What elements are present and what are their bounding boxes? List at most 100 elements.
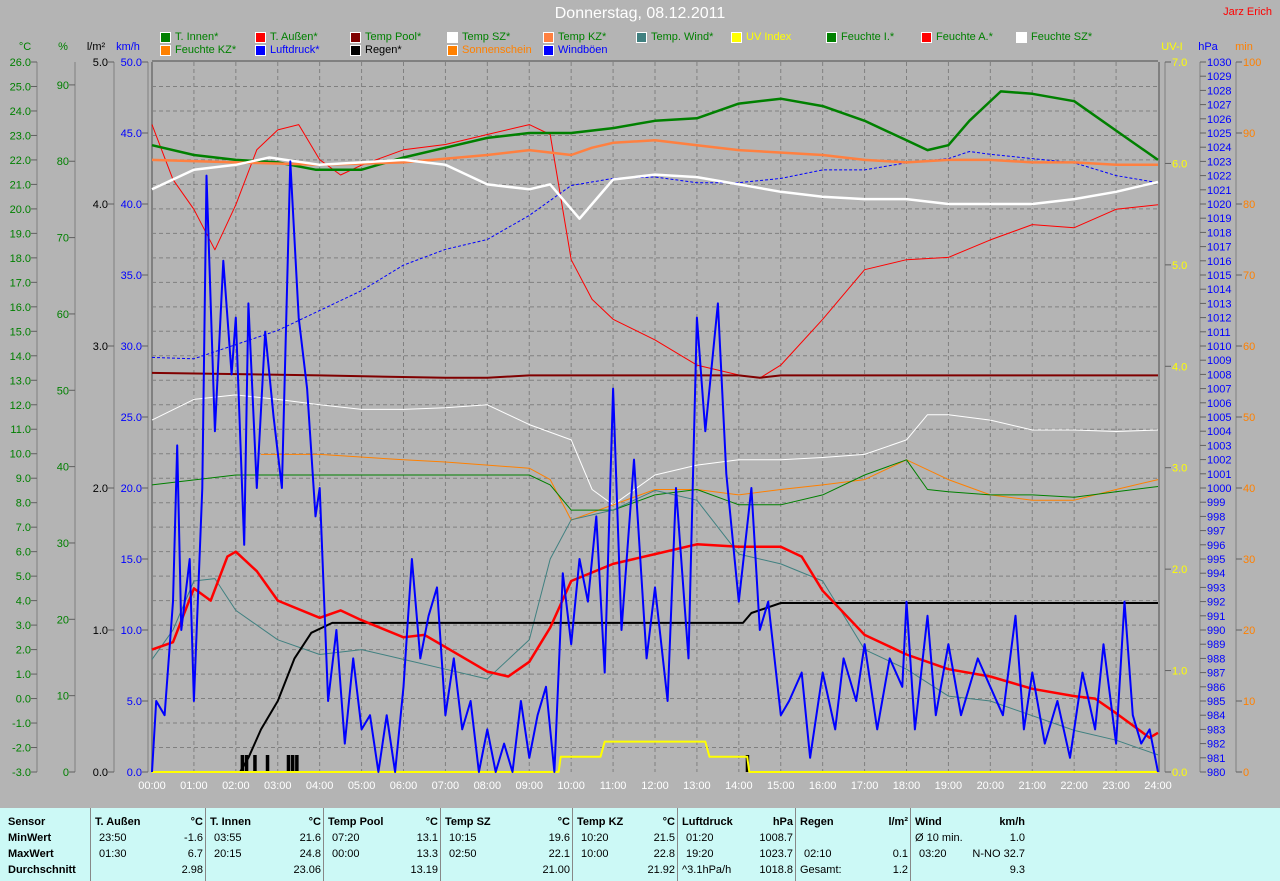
axis-tick-label-uv: 5.0 xyxy=(1172,260,1187,272)
legend-label: Temp. Wind* xyxy=(651,31,714,43)
axis-tick-label-press: 1016 xyxy=(1207,256,1231,268)
axis-tick-label-press: 1019 xyxy=(1207,213,1231,225)
axis-tick-label-press: 991 xyxy=(1207,611,1225,623)
axis-tick-label-hum: 30 xyxy=(57,538,69,550)
column-unit: °C xyxy=(557,816,570,828)
legend-label: T. Innen* xyxy=(175,31,219,43)
column-unit: °C xyxy=(662,816,675,828)
rain-event-bar xyxy=(286,755,291,772)
axis-tick-label-wind: 15.0 xyxy=(121,554,142,566)
axis-unit-press: hPa xyxy=(1198,41,1218,53)
column-unit: km/h xyxy=(999,816,1025,828)
legend-label: Feuchte A.* xyxy=(936,31,993,43)
axis-unit-sun: min xyxy=(1235,41,1253,53)
axis-tick-label-temp: 11.0 xyxy=(10,424,31,436)
statistics-table: Sensor MinWert MaxWert Durchschnitt T. Außen… xyxy=(0,808,1280,881)
min-time: Ø 10 min. xyxy=(915,832,963,844)
x-tick-label: 15:00 xyxy=(767,780,795,792)
legend-label: Feuchte SZ* xyxy=(1031,31,1093,43)
column-unit: hPa xyxy=(772,816,793,828)
axis-tick-label-uv: 7.0 xyxy=(1172,57,1187,69)
axis-tick-label-temp: 5.0 xyxy=(16,571,31,583)
min-value: 13.1 xyxy=(416,832,438,844)
axis-tick-label-press: 998 xyxy=(1207,511,1225,523)
axis-tick-label-press: 999 xyxy=(1207,497,1225,509)
x-tick-label: 23:00 xyxy=(1102,780,1130,792)
axis-tick-label-press: 1025 xyxy=(1207,128,1231,140)
axis-tick-label-press: 1012 xyxy=(1207,313,1231,325)
legend-label: Feuchte I.* xyxy=(841,31,895,43)
legend-item: T. Innen* xyxy=(160,31,218,43)
average-value: 1.2 xyxy=(892,864,908,876)
axis-tick-label-wind: 30.0 xyxy=(121,341,142,353)
legend-swatch xyxy=(255,44,266,56)
axis-tick-label-sun: 10 xyxy=(1243,696,1255,708)
row-label: MaxWert xyxy=(8,848,54,860)
average-value: 21.92 xyxy=(647,864,675,876)
axis-tick-label-press: 1018 xyxy=(1207,227,1231,239)
legend-item: Regen* xyxy=(350,44,402,56)
axis-tick-label-uv: 6.0 xyxy=(1172,158,1187,170)
axis-tick-label-temp: 25.0 xyxy=(10,81,31,93)
column-unit: l/m² xyxy=(888,816,908,828)
x-tick-label: 08:00 xyxy=(474,780,502,792)
axis-tick-label-press: 990 xyxy=(1207,625,1225,637)
chart-title: Donnerstag, 08.12.2011 xyxy=(554,5,726,22)
axis-tick-label-temp: 23.0 xyxy=(10,130,31,142)
axis-tick-label-press: 1002 xyxy=(1207,455,1231,467)
max-time: 19:20 xyxy=(686,848,714,860)
axis-tick-label-uv: 0.0 xyxy=(1172,767,1187,779)
legend-item: T. Außen* xyxy=(255,31,318,43)
axis-tick-label-press: 981 xyxy=(1207,753,1225,765)
axis-tick-label-temp: 19.0 xyxy=(10,228,31,240)
axis-tick-label-press: 1017 xyxy=(1207,242,1231,254)
axis-tick-label-press: 1010 xyxy=(1207,341,1231,353)
row-label: Durchschnitt xyxy=(8,864,76,876)
axis-tick-label-sun: 40 xyxy=(1243,483,1255,495)
axis-tick-label-press: 984 xyxy=(1207,710,1225,722)
column-header: T. Innen xyxy=(210,816,251,828)
legend-swatch xyxy=(543,31,554,43)
legend-swatch xyxy=(543,44,554,56)
axis-tick-label-press: 1030 xyxy=(1207,57,1231,69)
legend-label: Temp SZ* xyxy=(462,31,511,43)
axis-tick-label-sun: 30 xyxy=(1243,554,1255,566)
axis-tick-label-rain: 5.0 xyxy=(93,57,108,69)
row-label: MinWert xyxy=(8,832,52,844)
axis-tick-label-press: 1003 xyxy=(1207,440,1231,452)
legend-swatch xyxy=(1016,31,1027,43)
column-header: Temp Pool xyxy=(328,816,384,828)
x-tick-label: 20:00 xyxy=(977,780,1005,792)
axis-tick-label-press: 996 xyxy=(1207,540,1225,552)
axis-tick-label-press: 995 xyxy=(1207,554,1225,566)
max-time: 03:20 xyxy=(919,848,947,860)
legend-swatch xyxy=(255,31,266,43)
column-header: Wind xyxy=(915,816,942,828)
axis-tick-label-wind: 45.0 xyxy=(121,128,142,140)
axis-tick-label-temp: 24.0 xyxy=(10,106,31,118)
column-divider xyxy=(90,808,91,881)
axis-tick-label-temp: -2.0 xyxy=(12,743,31,755)
legend-swatch xyxy=(350,31,361,43)
axis-tick-label-press: 983 xyxy=(1207,724,1225,736)
column-unit: °C xyxy=(425,816,438,828)
axis-tick-label-press: 980 xyxy=(1207,767,1225,779)
axis-tick-label-temp: -3.0 xyxy=(12,767,31,779)
axis-tick-label-wind: 50.0 xyxy=(121,57,142,69)
legend-label: Regen* xyxy=(365,44,402,56)
axis-tick-label-temp: 15.0 xyxy=(10,326,31,338)
axis-tick-label-press: 1020 xyxy=(1207,199,1231,211)
average-value: 9.3 xyxy=(1009,864,1025,876)
x-tick-label: 22:00 xyxy=(1060,780,1088,792)
max-value: 13.3 xyxy=(416,848,438,860)
axis-tick-label-sun: 60 xyxy=(1243,341,1255,353)
min-value: 19.6 xyxy=(548,832,570,844)
axis-tick-label-press: 985 xyxy=(1207,696,1225,708)
axis-tick-label-press: 1007 xyxy=(1207,384,1231,396)
x-tick-label: 01:00 xyxy=(180,780,208,792)
x-tick-label: 16:00 xyxy=(809,780,837,792)
axis-tick-label-temp: 21.0 xyxy=(10,179,31,191)
axis-tick-label-rain: 2.0 xyxy=(93,483,108,495)
axis-tick-label-press: 1001 xyxy=(1207,469,1231,481)
column-header: Temp SZ xyxy=(445,816,491,828)
